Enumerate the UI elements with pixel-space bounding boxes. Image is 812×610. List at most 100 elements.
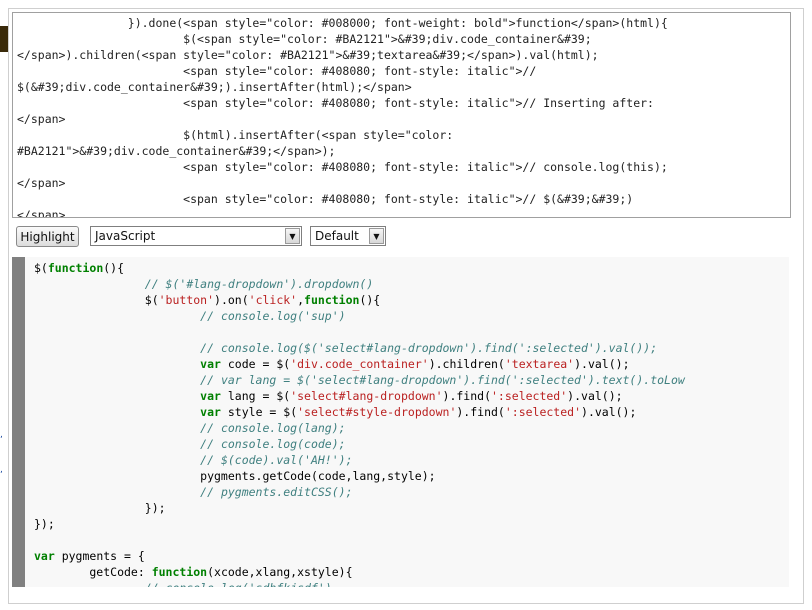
- textarea-line: $(<span style="color: #BA2121">&#39;div.…: [17, 32, 592, 46]
- code-text: pygments.getCode(code,lang,style);: [34, 469, 436, 483]
- left-edge-mark: ,: [0, 430, 3, 440]
- textarea-line: </span>).children(<span style="color: #B…: [17, 48, 599, 62]
- textarea-line: <span style="color: #408080; font-style:…: [17, 96, 654, 110]
- code-text: (){: [359, 293, 381, 307]
- textarea-line: </span>: [17, 176, 66, 190]
- code-line: getCode: function(xcode,xlang,xstyle){: [34, 564, 685, 580]
- textarea-line: <span style="color: #408080; font-style:…: [17, 160, 668, 174]
- code-line: // $('#lang-dropdown').dropdown(): [34, 276, 685, 292]
- code-comment: // console.log($('select#lang-dropdown')…: [200, 341, 658, 355]
- highlight-button[interactable]: Highlight: [16, 226, 79, 247]
- code-text: (xcode,xlang,xstyle){: [207, 565, 353, 579]
- code-string: 'select#lang-dropdown': [290, 389, 443, 403]
- textarea-line: <span style="color: #408080; font-style:…: [17, 64, 537, 78]
- code-text: });: [34, 501, 166, 515]
- textarea-line: $(&#39;div.code_container&#39;).insertAf…: [17, 80, 412, 94]
- chevron-down-icon[interactable]: ▼: [369, 228, 384, 244]
- code-text: ).val();: [581, 405, 637, 419]
- code-line: var pygments = {: [34, 548, 685, 564]
- code-text: code = $(: [220, 357, 291, 371]
- code-string: 'div.code_container': [290, 357, 429, 371]
- code-string: 'button': [158, 293, 215, 307]
- code-line: });: [34, 516, 685, 532]
- highlighted-code-panel[interactable]: $(function(){ // $('#lang-dropdown').dro…: [12, 257, 789, 587]
- code-line: $('button').on('click',function(){: [34, 292, 685, 308]
- textarea-line: <span style="color: #408080; font-style:…: [17, 192, 634, 206]
- language-selected-value: JavaScript: [95, 229, 156, 243]
- style-dropdown[interactable]: Default ▼: [310, 226, 386, 246]
- code-comment: // console.log(code);: [200, 437, 346, 451]
- code-line: // console.log(code);: [34, 436, 685, 452]
- code-content: $(function(){ // $('#lang-dropdown').dro…: [34, 260, 685, 587]
- style-selected-value: Default: [315, 229, 359, 243]
- code-keyword: var: [200, 357, 221, 371]
- code-string: 'click': [248, 293, 298, 307]
- code-line: // console.log($('select#lang-dropdown')…: [34, 340, 685, 356]
- code-line: // console.log('sdhfkjsdf'): [34, 580, 685, 587]
- code-comment: // $('#lang-dropdown').dropdown(): [144, 277, 374, 291]
- code-text: ).on(: [214, 293, 249, 307]
- code-line: pygments.getCode(code,lang,style);: [34, 468, 685, 484]
- textarea-line: </span>: [17, 112, 66, 126]
- code-text: style = $(: [220, 405, 298, 419]
- code-comment: // pygments.editCSS();: [200, 485, 353, 499]
- code-comment: // console.log('sdhfkjsdf'): [145, 581, 332, 587]
- code-keyword: function: [151, 565, 208, 579]
- code-keyword: function: [304, 293, 360, 307]
- code-text: ).val();: [574, 357, 630, 371]
- code-string: ':selected': [504, 405, 582, 419]
- code-line: // pygments.editCSS();: [34, 484, 685, 500]
- code-text: ).find(: [442, 389, 491, 403]
- code-string: 'textarea': [504, 357, 575, 371]
- textarea-line: }).done(<span style="color: #008000; fon…: [17, 16, 668, 30]
- code-line: var style = $('select#style-dropdown').f…: [34, 404, 685, 420]
- code-gutter: [12, 257, 25, 587]
- code-line: $(function(){: [34, 260, 685, 276]
- code-keyword: var: [200, 405, 221, 419]
- code-comment: // console.log(lang);: [200, 421, 346, 435]
- left-edge-fragment: [0, 26, 8, 52]
- code-text: ).find(: [456, 405, 505, 419]
- code-text: ,: [297, 293, 305, 307]
- textarea-line: #BA2121">&#39;div.code_container&#39;</s…: [17, 144, 336, 158]
- code-line: // $(code).val('AH!');: [34, 452, 685, 468]
- code-text: ).children(: [428, 357, 505, 371]
- html-output-textarea[interactable]: }).done(<span style="color: #008000; fon…: [12, 12, 791, 218]
- code-text: lang = $(: [220, 389, 291, 403]
- code-line: // console.log('sup'): [34, 308, 685, 324]
- code-line: var lang = $('select#lang-dropdown').fin…: [34, 388, 685, 404]
- code-comment: // $(code).val('AH!');: [200, 453, 353, 467]
- code-text: (){: [103, 261, 125, 275]
- left-edge-mark: ,: [0, 465, 3, 475]
- code-line: // console.log(lang);: [34, 420, 685, 436]
- code-keyword: function: [47, 261, 104, 275]
- code-text: pygments = {: [54, 549, 145, 563]
- language-dropdown[interactable]: JavaScript ▼: [90, 226, 302, 246]
- code-line: });: [34, 500, 685, 516]
- code-text: ).val();: [567, 389, 623, 403]
- code-text: });: [34, 517, 55, 531]
- code-line: // var lang = $('select#lang-dropdown').…: [34, 372, 685, 388]
- chevron-down-icon[interactable]: ▼: [285, 228, 300, 244]
- code-string: 'select#style-dropdown': [297, 405, 457, 419]
- code-string: ':selected': [491, 389, 568, 403]
- code-comment: // var lang = $('select#lang-dropdown').…: [200, 373, 685, 387]
- code-text: $(: [34, 261, 48, 275]
- textarea-line: </span>: [17, 208, 66, 218]
- textarea-line: $(html).insertAfter(<span style="color:: [17, 128, 454, 142]
- code-comment: // console.log('sup'): [200, 309, 346, 323]
- textarea-content: }).done(<span style="color: #008000; fon…: [17, 15, 668, 218]
- code-keyword: var: [34, 549, 55, 563]
